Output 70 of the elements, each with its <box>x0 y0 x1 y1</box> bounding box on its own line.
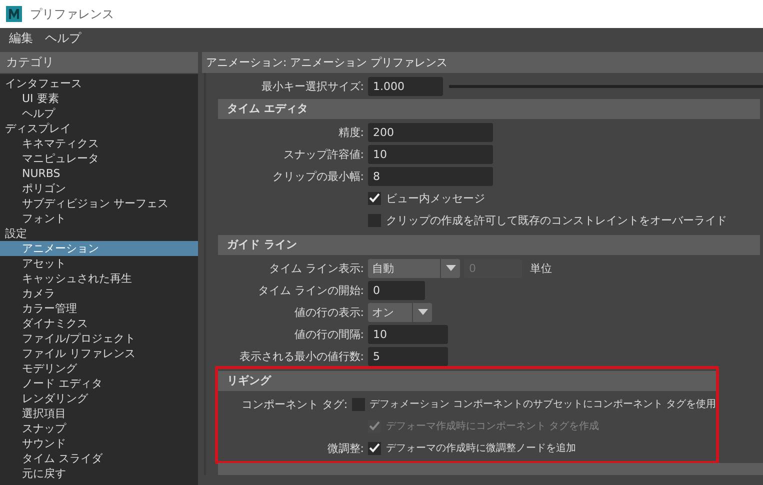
category-item[interactable]: レンダリング <box>0 391 198 406</box>
field-label: 精度: <box>338 126 364 138</box>
field-label: 表示される最小の値行数: <box>239 350 364 362</box>
category-item[interactable]: マニピュレータ <box>0 151 198 166</box>
field-label: 値の行の表示: <box>294 306 364 318</box>
category-item[interactable]: アセット <box>0 256 198 271</box>
field-label: タイム ラインの開始: <box>258 284 364 296</box>
panel-header: カテゴリ <box>0 52 198 73</box>
category-item[interactable]: カラー管理 <box>0 301 198 316</box>
category-item[interactable]: UI 要素 <box>0 91 198 106</box>
category-item[interactable]: ヘルプ <box>0 106 198 121</box>
category-item[interactable]: NURBS <box>0 166 198 181</box>
input-field[interactable]: 0 <box>368 280 425 300</box>
checkbox[interactable] <box>368 192 381 204</box>
checkbox-label: デフォメーション コンポーネントのサブセットにコンポーネント タグを使用 <box>370 398 716 411</box>
dropdown[interactable]: 自動 <box>368 258 460 278</box>
category-item[interactable]: キャッシュされた再生 <box>0 271 198 286</box>
field-label: 値の行の間隔: <box>294 328 364 340</box>
slider-track[interactable] <box>449 84 763 88</box>
section-header[interactable]: リギング <box>218 371 716 391</box>
category-item[interactable]: フォント <box>0 211 198 226</box>
input-field[interactable]: 10 <box>368 324 448 344</box>
input-field[interactable]: 5 <box>368 346 448 366</box>
checkbox-label: デフォーマの作成時に微調整ノードを追加 <box>386 442 576 455</box>
field-label: コンポーネント タグ: <box>241 398 348 410</box>
category-item[interactable]: ポリゴン <box>0 181 198 196</box>
input-field[interactable]: 10 <box>368 144 493 164</box>
dropdown[interactable]: オン <box>368 302 432 322</box>
caret-icon <box>446 265 456 271</box>
checkbox-label: デフォーマ作成時にコンポーネント タグを作成 <box>386 420 600 433</box>
field-label: タイム ライン表示: <box>268 262 364 274</box>
category-item[interactable]: ダイナミクス <box>0 316 198 331</box>
caret-icon <box>418 309 428 315</box>
input-field[interactable]: 200 <box>368 122 493 142</box>
section-header[interactable] <box>218 463 763 475</box>
menu-item[interactable]: 編集 <box>3 30 39 46</box>
menu-item[interactable]: ヘルプ <box>39 30 87 46</box>
field-label: スナップ許容値: <box>283 148 364 160</box>
category-item[interactable]: モデリング <box>0 361 198 376</box>
input-field[interactable]: 8 <box>368 166 493 186</box>
window-title: プリファレンス <box>30 6 114 22</box>
category-item[interactable]: インタフェース <box>0 76 198 91</box>
category-item[interactable]: 元に戻す <box>0 466 198 481</box>
category-item[interactable]: スナップ <box>0 421 198 436</box>
app-logo-icon <box>6 6 22 22</box>
category-item[interactable]: サブディビジョン サーフェス <box>0 196 198 211</box>
category-item[interactable]: 設定 <box>0 226 198 241</box>
checkbox-label: ビュー内メッセージ <box>386 190 485 206</box>
category-item[interactable]: ディスプレイ <box>0 121 198 136</box>
checkbox[interactable] <box>368 442 381 454</box>
checkbox-label: クリップの作成を許可して既存のコンストレイントをオーバーライド <box>386 212 727 228</box>
field-label: 最小キー選択サイズ: <box>261 80 364 92</box>
unit-label: 単位 <box>530 260 552 276</box>
category-item[interactable]: アニメーション <box>0 241 198 256</box>
field-label: クリップの最小幅: <box>272 170 364 182</box>
input-field[interactable]: 1.000 <box>368 76 443 96</box>
checkbox[interactable] <box>352 398 365 410</box>
category-item[interactable]: ファイル/プロジェクト <box>0 331 198 346</box>
category-item[interactable]: サウンド <box>0 436 198 451</box>
category-item[interactable]: 選択項目 <box>0 406 198 421</box>
section-header[interactable]: ガイド ライン <box>218 235 760 255</box>
panel-title: アニメーション: アニメーション プリファレンス <box>202 52 763 73</box>
section-header[interactable]: タイム エディタ <box>218 99 760 119</box>
category-item[interactable]: ファイル リファレンス <box>0 346 198 361</box>
field-label: 微調整: <box>327 442 364 454</box>
category-item[interactable]: キネマティクス <box>0 136 198 151</box>
category-item[interactable]: ノード エディタ <box>0 376 198 391</box>
category-item[interactable]: カメラ <box>0 286 198 301</box>
checkbox[interactable] <box>368 214 381 226</box>
category-item[interactable]: タイム スライダ <box>0 451 198 466</box>
